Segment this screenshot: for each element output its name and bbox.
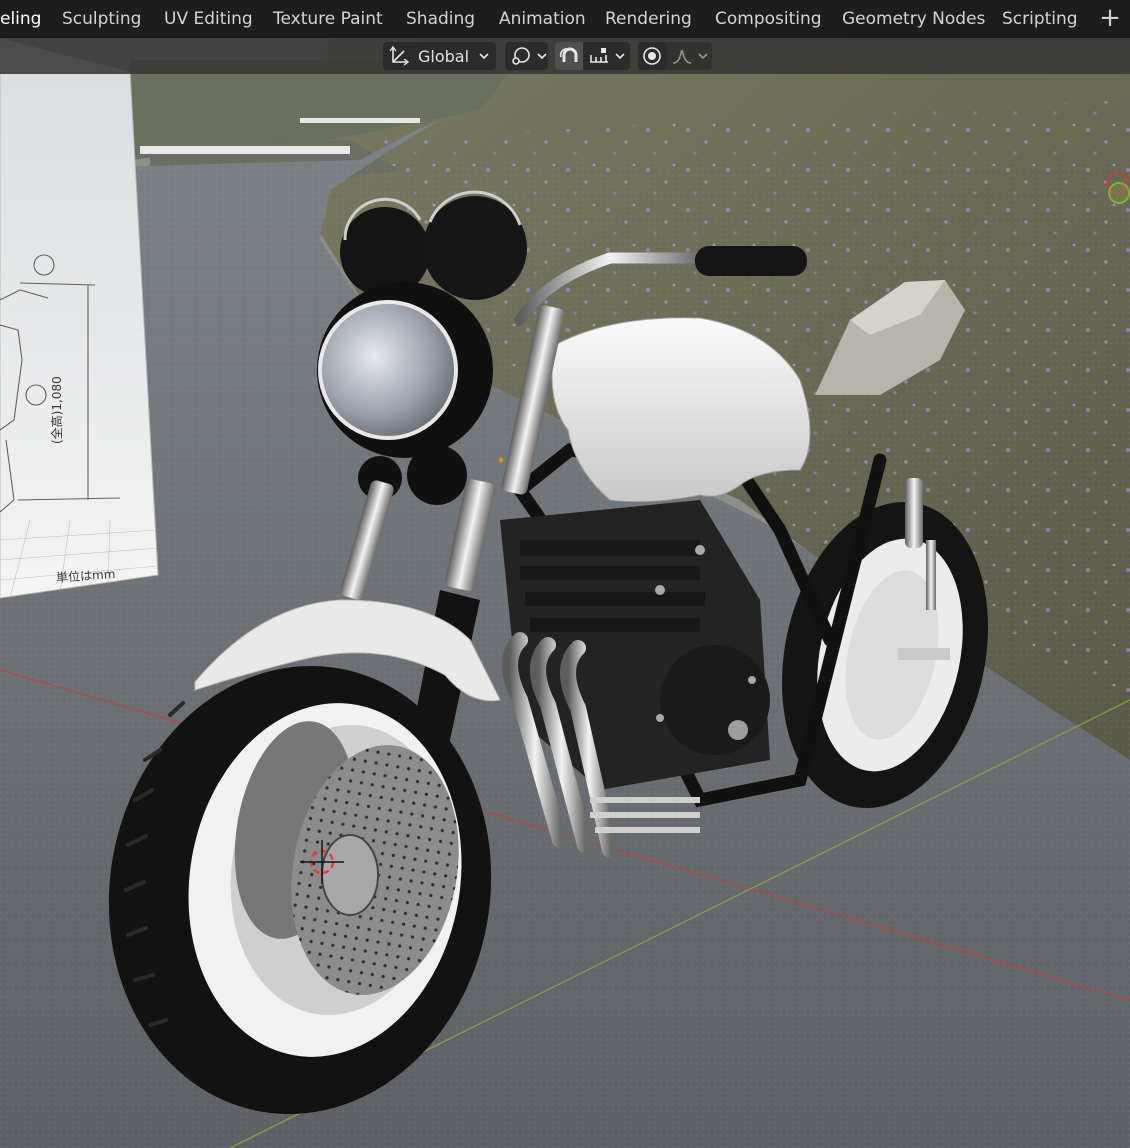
- tab-compositing[interactable]: Compositing: [715, 0, 822, 38]
- tab-geometry-nodes[interactable]: Geometry Nodes: [842, 0, 985, 38]
- tab-uv-editing[interactable]: UV Editing: [164, 0, 253, 38]
- proportional-edit-icon: [641, 45, 663, 67]
- proportional-falloff-dropdown[interactable]: [666, 42, 712, 70]
- 3d-viewport[interactable]: (全高)1,080 単位はmm Global: [0, 38, 1130, 1148]
- gizmo-y-axis-handle[interactable]: [1108, 182, 1130, 204]
- tab-animation[interactable]: Animation: [499, 0, 586, 38]
- transform-orientation-dropdown[interactable]: Global: [383, 42, 496, 70]
- transform-orientation-value: Global: [418, 46, 470, 66]
- tab-shading[interactable]: Shading: [406, 0, 475, 38]
- chevron-down-icon: [697, 50, 709, 62]
- blueprint-height-label: (全高)1,080: [50, 376, 64, 444]
- snap-toggle[interactable]: [555, 42, 583, 70]
- transform-orientation-icon: [388, 45, 410, 67]
- magnet-snap-icon: [558, 45, 580, 67]
- snap-target-dropdown[interactable]: [583, 42, 630, 70]
- chevron-down-icon: [478, 50, 490, 62]
- proportional-editing-toggle[interactable]: [638, 42, 666, 70]
- pivot-point-dropdown[interactable]: [505, 42, 548, 70]
- blender-window: eling Sculpting UV Editing Texture Paint…: [0, 0, 1130, 1148]
- pivot-point-icon: [510, 45, 532, 67]
- tab-scripting[interactable]: Scripting: [1002, 0, 1078, 38]
- viewport-header: Global: [0, 38, 1130, 74]
- chevron-down-icon: [536, 50, 548, 62]
- tab-modeling[interactable]: eling: [0, 0, 41, 38]
- tab-rendering[interactable]: Rendering: [605, 0, 692, 38]
- reference-blueprint: (全高)1,080 単位はmm: [0, 74, 160, 644]
- blueprint-unit-label: 単位はmm: [55, 566, 116, 586]
- falloff-curve-icon: [671, 45, 693, 67]
- add-workspace-button[interactable]: +: [1094, 3, 1126, 35]
- viewport-render: [0, 38, 1130, 1148]
- chevron-down-icon: [614, 50, 626, 62]
- snap-increment-icon: [588, 45, 610, 67]
- workspace-tab-bar: eling Sculpting UV Editing Texture Paint…: [0, 0, 1130, 38]
- tab-sculpting[interactable]: Sculpting: [62, 0, 141, 38]
- tab-texture-paint[interactable]: Texture Paint: [273, 0, 383, 38]
